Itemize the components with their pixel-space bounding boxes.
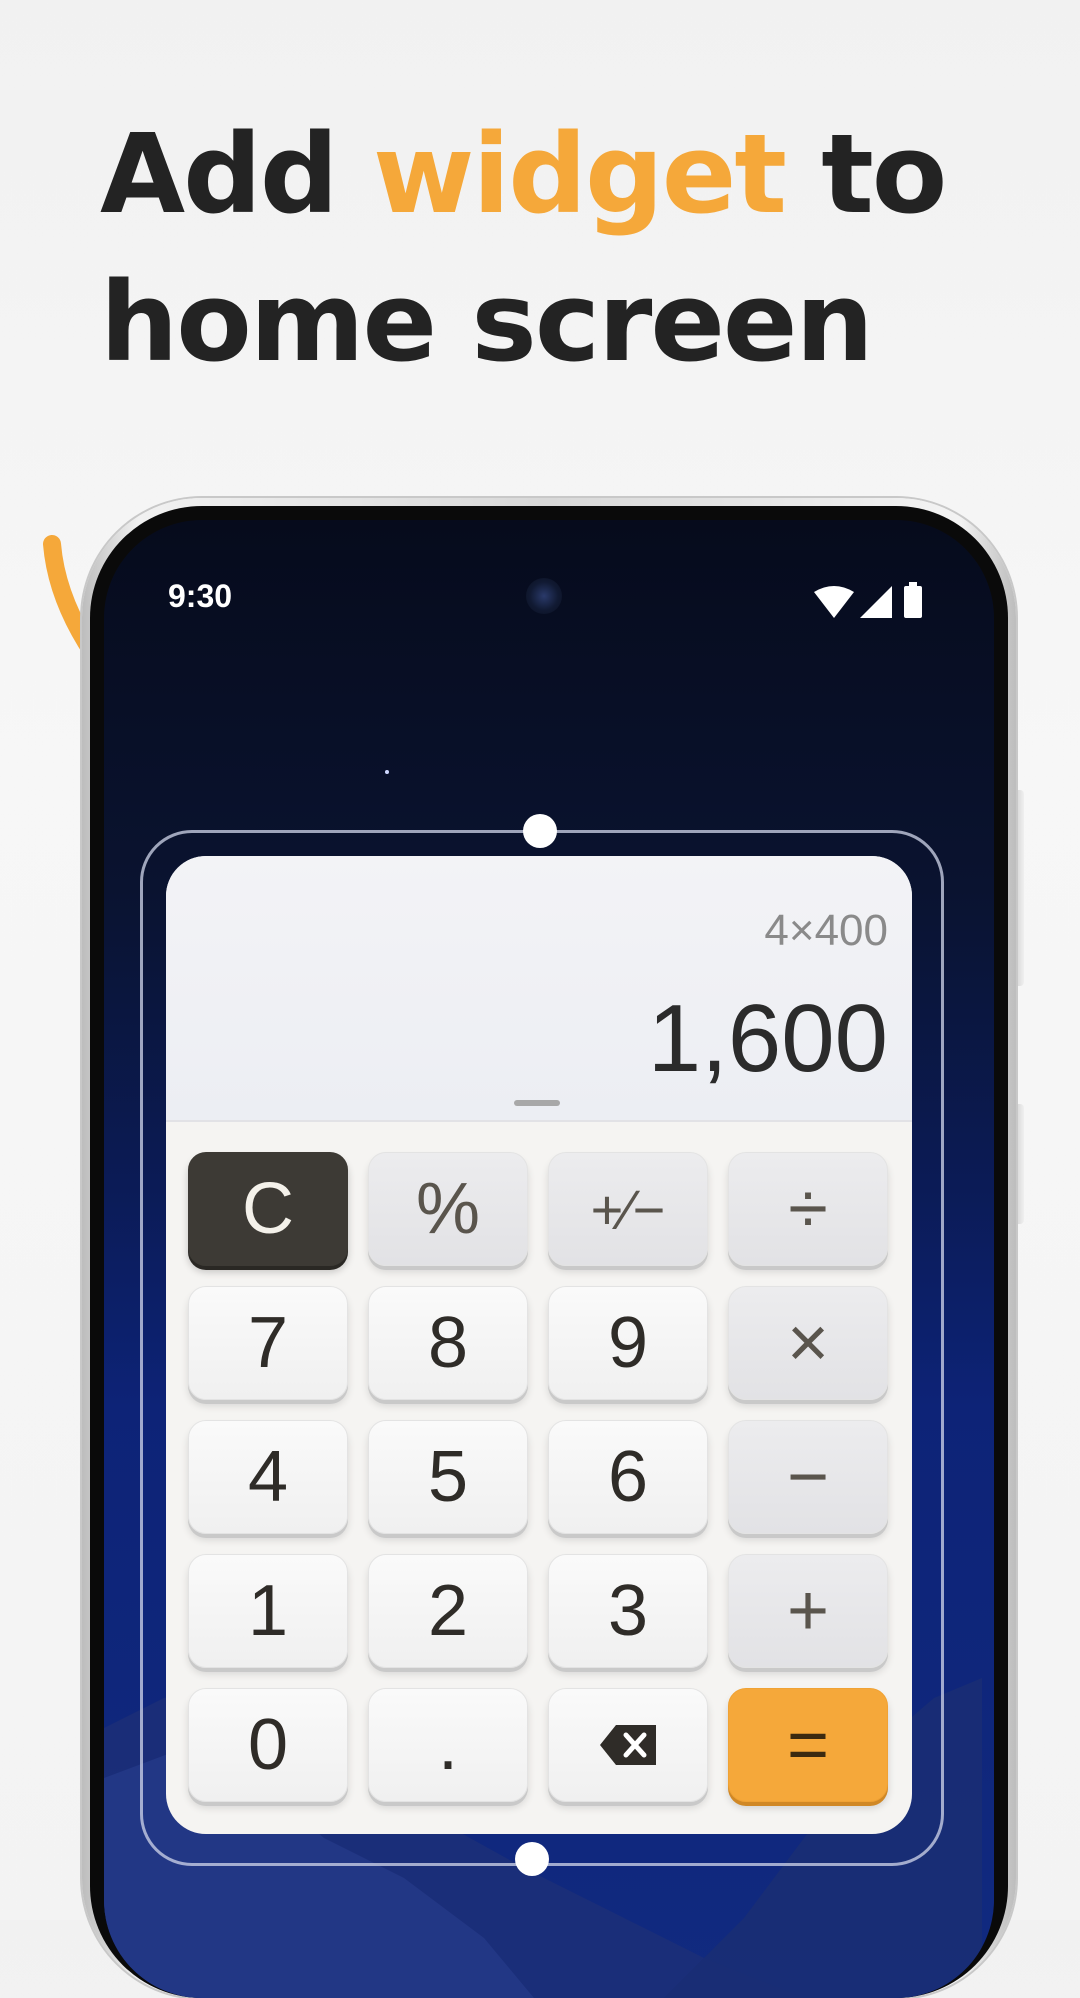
signal-icon	[860, 586, 892, 618]
digit-0-button[interactable]: 0	[188, 1688, 348, 1802]
digit-4-button[interactable]: 4	[188, 1420, 348, 1534]
subtract-button[interactable]: −	[728, 1420, 888, 1534]
expression-text: 4×400	[764, 906, 888, 955]
battery-icon	[904, 582, 922, 618]
digit-2-button[interactable]: 2	[368, 1554, 528, 1668]
drag-grip[interactable]	[514, 1100, 560, 1106]
resize-handle-bottom[interactable]	[515, 1842, 549, 1876]
result-text: 1,600	[647, 985, 888, 1092]
percent-button[interactable]: %	[368, 1152, 528, 1266]
backspace-icon	[600, 1725, 656, 1765]
add-button[interactable]: +	[728, 1554, 888, 1668]
clear-button[interactable]: C	[188, 1152, 348, 1266]
digit-5-button[interactable]: 5	[368, 1420, 528, 1534]
calculator-display: 4×400 1,600	[166, 856, 912, 1122]
status-icons	[814, 582, 922, 618]
wallpaper-star	[385, 770, 389, 774]
backspace-button[interactable]	[548, 1688, 708, 1802]
digit-6-button[interactable]: 6	[548, 1420, 708, 1534]
resize-handle-top[interactable]	[523, 814, 557, 848]
calculator-widget[interactable]: 4×400 1,600 C % +⁄− ÷ 7 8 9 × 4 5 6 − 1 …	[166, 856, 912, 1834]
status-time: 9:30	[168, 578, 233, 614]
front-camera	[526, 578, 562, 614]
digit-9-button[interactable]: 9	[548, 1286, 708, 1400]
equals-button[interactable]: =	[728, 1688, 888, 1802]
digit-3-button[interactable]: 3	[548, 1554, 708, 1668]
digit-8-button[interactable]: 8	[368, 1286, 528, 1400]
headline-part1: Add	[100, 110, 373, 238]
multiply-button[interactable]: ×	[728, 1286, 888, 1400]
digit-7-button[interactable]: 7	[188, 1286, 348, 1400]
headline: Add widget to home screen	[100, 100, 1020, 396]
plus-minus-button[interactable]: +⁄−	[548, 1152, 708, 1266]
divide-button[interactable]: ÷	[728, 1152, 888, 1266]
wifi-icon	[814, 586, 854, 618]
headline-accent: widget	[372, 110, 787, 238]
digit-1-button[interactable]: 1	[188, 1554, 348, 1668]
decimal-button[interactable]: .	[368, 1688, 528, 1802]
